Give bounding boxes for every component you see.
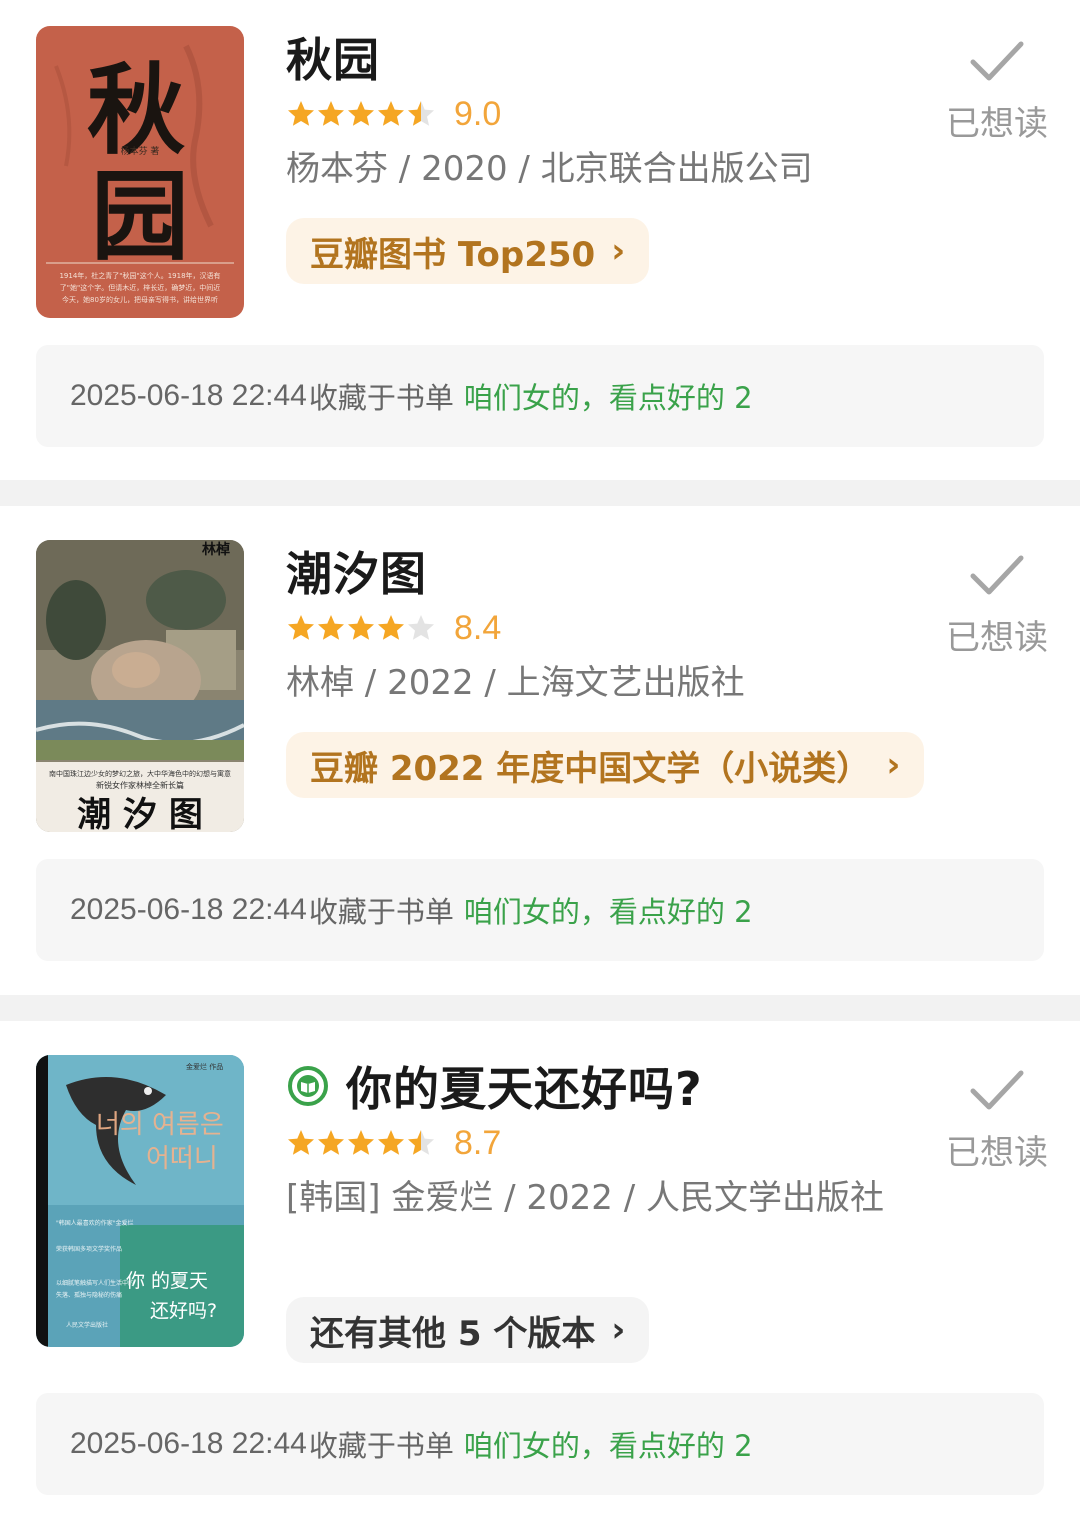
svg-text:新锐女作家林棹全新长篇: 新锐女作家林棹全新长篇	[96, 780, 184, 790]
star-icon	[318, 615, 344, 640]
want-label: 已想读	[946, 618, 1048, 658]
want-label: 已想读	[946, 104, 1048, 144]
star-icon	[378, 1130, 404, 1155]
note-saved: 收藏于书单	[308, 1429, 454, 1463]
rating: 8.4	[286, 606, 501, 650]
star-icon	[408, 101, 434, 126]
book-card[interactable]: 南中国珠江边少女的梦幻之旅，大中华海色中的幻想与寓意 新锐女作家林棹全新长篇 潮…	[0, 506, 1080, 995]
star-icon	[348, 615, 374, 640]
want-to-read-button[interactable]: 已想读	[940, 544, 1054, 659]
rating: 9.0	[286, 92, 501, 136]
tag-label: 豆瓣图书 Top250	[310, 234, 596, 275]
book-card[interactable]: 너의 여름은 어떠니 你 的夏天 还好吗? "韩国人最喜欢的作家"金爱烂 荣获韩…	[0, 1021, 1080, 1531]
note-date: 2025-06-18 22:44	[70, 1427, 307, 1460]
book-meta: 林棹 / 2022 / 上海文艺出版社	[286, 663, 745, 703]
book-title[interactable]: 秋园	[286, 24, 380, 90]
collection-note[interactable]: 2025-06-18 22:44 收藏于书单 咱们女的，看点好的 2	[36, 1393, 1044, 1495]
svg-text:荣获韩国多项文学奖作品: 荣获韩国多项文学奖作品	[56, 1245, 122, 1253]
star-icon	[288, 615, 314, 640]
collection-note[interactable]: 2025-06-18 22:44 收藏于书单 咱们女的，看点好的 2	[36, 859, 1044, 961]
rating-score: 9.0	[454, 94, 502, 133]
svg-text:여름은: 여름은	[152, 1110, 224, 1140]
star-icon	[408, 615, 434, 640]
check-icon	[970, 555, 1024, 595]
svg-text:以细腻笔触描写人们生活中的: 以细腻笔触描写人们生活中的	[56, 1279, 134, 1287]
ranking-tag[interactable]: 豆瓣图书 Top250 ›	[286, 218, 650, 284]
star-rating	[286, 99, 436, 129]
check-icon	[970, 41, 1024, 81]
svg-text:你 的夏天: 你 的夏天	[126, 1270, 208, 1292]
want-to-read-button[interactable]: 已想读	[940, 30, 1054, 145]
note-date: 2025-06-18 22:44	[70, 893, 307, 926]
svg-text:人民文学出版社: 人民文学出版社	[66, 1321, 108, 1329]
svg-text:失落、孤独与隐秘的伤痛: 失落、孤独与隐秘的伤痛	[56, 1291, 122, 1299]
svg-text:潮 汐 图: 潮 汐 图	[77, 795, 203, 832]
note-saved: 收藏于书单	[308, 381, 454, 415]
book-cover[interactable]: 南中国珠江边少女的梦幻之旅，大中华海色中的幻想与寓意 新锐女作家林棹全新长篇 潮…	[36, 540, 244, 832]
rating-score: 8.4	[454, 608, 502, 647]
star-icon	[288, 1130, 314, 1155]
star-icon	[318, 101, 344, 126]
want-label: 已想读	[946, 1133, 1048, 1173]
svg-text:"韩国人最喜欢的作家"金爱烂: "韩国人最喜欢的作家"金爱烂	[56, 1219, 134, 1227]
booklist-link[interactable]: 咱们女的，看点好的 2	[464, 375, 753, 417]
svg-text:园: 园	[91, 159, 189, 274]
star-icon	[408, 1130, 434, 1155]
svg-text:还好吗?: 还好吗?	[150, 1300, 217, 1322]
book-meta: [韩国] 金爱烂 / 2022 / 人民文学出版社	[286, 1178, 885, 1218]
svg-text:杨本芬 著: 杨本芬 著	[121, 145, 160, 157]
chevron-right-icon: ›	[886, 745, 901, 785]
note-saved: 收藏于书单	[308, 895, 454, 929]
separator	[0, 995, 1080, 1021]
book-cover[interactable]: 秋 园 杨本芬 著 1914年，杜之青了"秋园"这个人。1918年，汉语有 了"…	[36, 26, 244, 318]
star-icon	[348, 101, 374, 126]
rating: 8.7	[286, 1121, 501, 1165]
ebook-icon	[288, 1066, 328, 1106]
separator	[0, 480, 1080, 506]
star-icon	[378, 615, 404, 640]
star-icon	[318, 1130, 344, 1155]
note-date: 2025-06-18 22:44	[70, 379, 307, 412]
book-meta: 杨本芬 / 2020 / 北京联合出版公司	[286, 149, 813, 189]
svg-text:1914年，杜之青了"秋园"这个人。1918年，汉语有: 1914年，杜之青了"秋园"这个人。1918年，汉语有	[59, 271, 220, 280]
svg-text:林棹: 林棹	[202, 541, 230, 558]
ranking-tag[interactable]: 豆瓣 2022 年度中国文学（小说类） ›	[286, 732, 925, 798]
chevron-right-icon: ›	[611, 231, 626, 271]
svg-text:了"她"这个字。但请木近，梓长近，确梦近，中间近: 了"她"这个字。但请木近，梓长近，确梦近，中间近	[60, 283, 220, 292]
other-editions-button[interactable]: 还有其他 5 个版本 ›	[286, 1297, 650, 1363]
star-rating	[286, 1128, 436, 1158]
star-icon	[348, 1130, 374, 1155]
svg-text:어떠니: 어떠니	[146, 1144, 218, 1174]
svg-text:南中国珠江边少女的梦幻之旅，大中华海色中的幻想与寓意: 南中国珠江边少女的梦幻之旅，大中华海色中的幻想与寓意	[49, 769, 231, 778]
star-icon	[288, 101, 314, 126]
svg-text:너의: 너의	[96, 1110, 144, 1140]
collection-note[interactable]: 2025-06-18 22:44 收藏于书单 咱们女的，看点好的 2	[36, 345, 1044, 447]
svg-text:金爱烂 作品: 金爱烂 作品	[186, 1062, 223, 1071]
rating-score: 8.7	[454, 1123, 502, 1162]
svg-text:今天，她80岁的女儿，把母亲写得书，讲给世界听: 今天，她80岁的女儿，把母亲写得书，讲给世界听	[62, 295, 218, 304]
booklist-link[interactable]: 咱们女的，看点好的 2	[464, 1423, 753, 1465]
book-card[interactable]: 秋 园 杨本芬 著 1914年，杜之青了"秋园"这个人。1918年，汉语有 了"…	[0, 0, 1080, 480]
star-icon	[378, 101, 404, 126]
star-rating	[286, 613, 436, 643]
book-title[interactable]: 潮汐图	[286, 538, 427, 604]
tag-label: 还有其他 5 个版本	[310, 1313, 596, 1354]
book-cover[interactable]: 너의 여름은 어떠니 你 的夏天 还好吗? "韩国人最喜欢的作家"金爱烂 荣获韩…	[36, 1055, 244, 1347]
tag-label: 豆瓣 2022 年度中国文学（小说类）	[310, 748, 871, 789]
want-to-read-button[interactable]: 已想读	[940, 1059, 1054, 1174]
book-title[interactable]: 你的夏天还好吗?	[346, 1053, 703, 1119]
booklist-link[interactable]: 咱们女的，看点好的 2	[464, 889, 753, 931]
check-icon	[970, 1070, 1024, 1110]
chevron-right-icon: ›	[611, 1310, 626, 1350]
